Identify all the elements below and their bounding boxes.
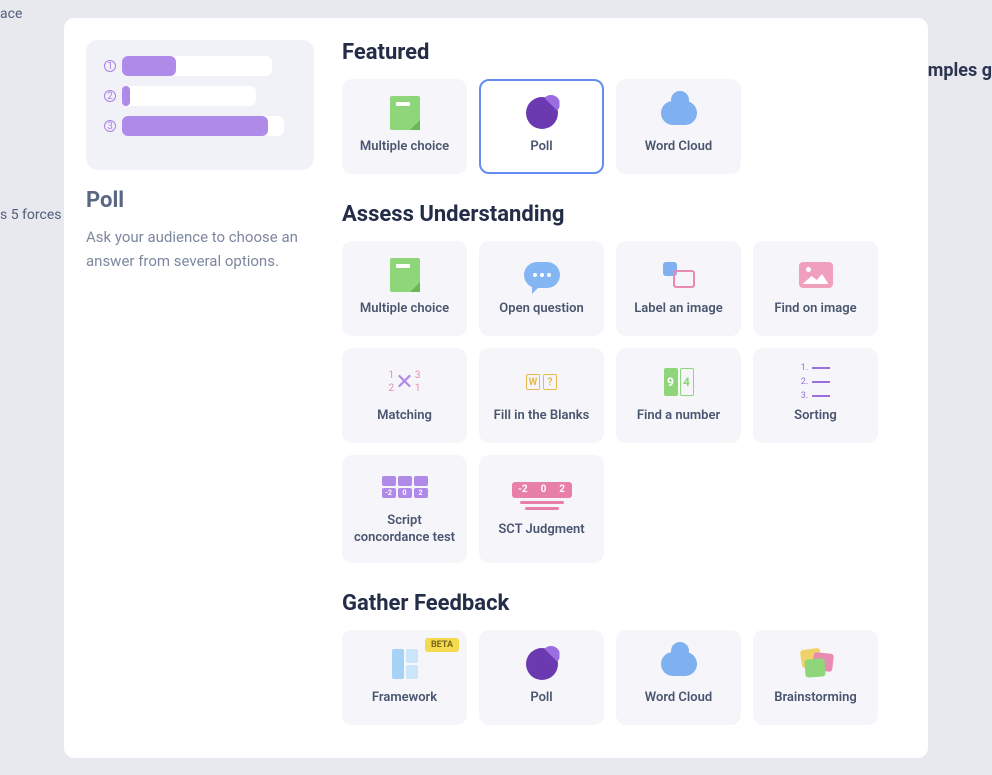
activity-card-label: Word Cloud [645, 690, 713, 707]
activity-card-label: Find a number [637, 408, 720, 425]
preview-bar-fill [122, 116, 268, 136]
poll-icon [524, 97, 560, 129]
activity-card-label: Open question [499, 301, 583, 318]
sidebar: 1 2 3 Poll Ask your audience to choose an … [86, 40, 326, 758]
blanks-icon: W? [524, 366, 560, 398]
sidebar-description: Ask your audience to choose an answer fr… [86, 225, 314, 273]
activity-card-brainstorming[interactable]: Brainstorming [753, 630, 878, 725]
preview-bar-number: 1 [104, 60, 116, 72]
activity-card-word-cloud[interactable]: Word Cloud [616, 79, 741, 174]
activity-card-label: Multiple choice [360, 301, 449, 318]
preview-bar-row: 1 [104, 56, 296, 76]
activity-card-label: Find on image [774, 301, 856, 318]
poll-preview-illustration: 1 2 3 [86, 40, 314, 170]
activity-card-script-conc[interactable]: -202 Script concordance test [342, 455, 467, 563]
activity-card-multiple-choice-2[interactable]: Multiple choice [342, 241, 467, 336]
cloud-icon [661, 97, 697, 129]
script-icon: -202 [387, 471, 423, 503]
section-title: Assess Understanding [342, 202, 894, 227]
activity-card-matching[interactable]: 13✕21 Matching [342, 348, 467, 443]
bg-text-row: s 5 forces f [0, 207, 70, 223]
activity-card-open-question[interactable]: Open question [479, 241, 604, 336]
poll-icon [524, 648, 560, 680]
preview-bar-row: 2 [104, 86, 296, 106]
preview-bar-track [122, 86, 256, 106]
activity-card-label: Poll [530, 690, 552, 707]
activity-card-poll[interactable]: Poll [479, 79, 604, 174]
preview-bar-number: 3 [104, 120, 116, 132]
activity-card-label: Label an image [634, 301, 722, 318]
activity-card-poll-2[interactable]: Poll [479, 630, 604, 725]
match-icon: 13✕21 [387, 366, 423, 398]
label-icon [661, 259, 697, 291]
activity-card-label: Script concordance test [348, 513, 461, 547]
cloud-icon [661, 648, 697, 680]
cards-grid: Multiple choice Poll Word Cloud [342, 79, 894, 174]
sct-icon: -202 [524, 480, 560, 512]
activity-card-label: Framework [372, 690, 437, 707]
preview-bar-row: 3 [104, 116, 296, 136]
activity-card-label-image[interactable]: Label an image [616, 241, 741, 336]
activity-card-fill-blanks[interactable]: W? Fill in the Blanks [479, 348, 604, 443]
preview-bar-fill [122, 56, 176, 76]
cards-grid: BETA Framework Poll Word Cloud Brainstorming [342, 630, 894, 725]
brain-icon [798, 648, 834, 680]
frame-icon [387, 648, 423, 680]
bg-text-heading: amples g [918, 60, 992, 81]
mc-icon [387, 259, 423, 291]
preview-bar-track [122, 116, 284, 136]
mc-icon [387, 97, 423, 129]
preview-bar-track [122, 56, 272, 76]
activity-card-find-number[interactable]: 94 Find a number [616, 348, 741, 443]
activity-picker-modal: 1 2 3 Poll Ask your audience to choose an … [64, 18, 928, 758]
activity-card-framework[interactable]: BETA Framework [342, 630, 467, 725]
activity-list[interactable]: Featured Multiple choice Poll Word Cloud Ass… [326, 40, 910, 758]
activity-card-label: Sorting [794, 408, 837, 425]
sort-icon: 1.2.3. [798, 366, 834, 398]
activity-card-label: Word Cloud [645, 139, 713, 156]
activity-card-label: Brainstorming [774, 690, 857, 707]
speech-icon [524, 259, 560, 291]
find-icon [798, 259, 834, 291]
section-title: Gather Feedback [342, 591, 894, 616]
activity-card-multiple-choice[interactable]: Multiple choice [342, 79, 467, 174]
activity-card-label: Matching [377, 408, 432, 425]
beta-badge: BETA [425, 638, 459, 652]
activity-card-label: Multiple choice [360, 139, 449, 156]
preview-bar-number: 2 [104, 90, 116, 102]
preview-bar-fill [122, 86, 130, 106]
num-icon: 94 [661, 366, 697, 398]
bg-text-nav: ace [0, 6, 22, 22]
section-title: Featured [342, 40, 894, 65]
activity-card-label: Poll [530, 139, 552, 156]
activity-card-label: SCT Judgment [498, 522, 584, 539]
activity-card-find-image[interactable]: Find on image [753, 241, 878, 336]
activity-card-word-cloud-2[interactable]: Word Cloud [616, 630, 741, 725]
cards-grid: Multiple choice Open question Label an ima… [342, 241, 894, 563]
activity-card-sorting[interactable]: 1.2.3. Sorting [753, 348, 878, 443]
activity-card-label: Fill in the Blanks [494, 408, 590, 425]
activity-card-sct-judgment[interactable]: -202 SCT Judgment [479, 455, 604, 563]
sidebar-title: Poll [86, 188, 314, 213]
